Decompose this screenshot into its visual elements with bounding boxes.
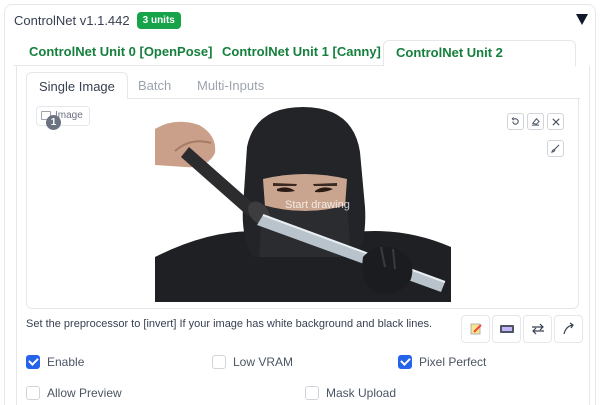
allow-preview-checkbox[interactable]: Allow Preview [26,386,122,400]
allow-preview-label: Allow Preview [47,386,122,400]
preprocessor-hint: Set the preprocessor to [invert] If your… [26,318,432,330]
allow-preview-box[interactable] [26,386,40,400]
swap-icon[interactable] [523,315,552,343]
tab-multi-inputs[interactable]: Multi-Inputs [185,72,276,99]
low-vram-box[interactable] [212,355,226,369]
tab-unit-0[interactable]: ControlNet Unit 0 [OpenPose] [17,40,224,66]
start-drawing-overlay[interactable]: Start drawing [285,199,350,211]
mask-upload-checkbox[interactable]: Mask Upload [305,386,396,400]
undo-icon[interactable] [507,113,524,130]
eraser-icon[interactable] [527,113,544,130]
enable-checkbox[interactable]: Enable [26,355,84,369]
brush-icon[interactable] [547,140,564,157]
camera-icon[interactable] [492,315,521,343]
image-label: Image [36,106,90,126]
mask-upload-label: Mask Upload [326,386,397,400]
unit-tabs: ControlNet Unit 0 [OpenPose] ControlNet … [14,40,576,84]
close-icon[interactable] [547,113,564,130]
low-vram-checkbox[interactable]: Low VRAM [212,355,293,369]
collapse-arrow-icon[interactable] [576,14,588,25]
info-badge: 1 [46,115,61,130]
tab-batch[interactable]: Batch [126,72,183,99]
tab-unit-1[interactable]: ControlNet Unit 1 [Canny] [210,40,393,66]
controlnet-title: ControlNet v1.1.442 [14,13,130,28]
edit-icon[interactable] [461,315,490,343]
curve-arrow-icon[interactable] [554,315,583,343]
units-badge: 3 units [136,12,181,29]
pixel-perfect-checkbox[interactable]: Pixel Perfect [398,355,486,369]
tab-single-image[interactable]: Single Image [26,72,128,99]
pixel-perfect-label: Pixel Perfect [419,355,487,369]
tab-unit-2[interactable]: ControlNet Unit 2 [SoftEdge] [383,40,576,84]
enable-label: Enable [47,355,85,369]
image-upload-area[interactable]: Image 1 Start drawing [26,99,579,309]
pixel-perfect-box[interactable] [398,355,412,369]
low-vram-label: Low VRAM [233,355,294,369]
enable-box[interactable] [26,355,40,369]
image-tools [507,113,564,130]
controlnet-header[interactable]: ControlNet v1.1.442 3 units [14,12,181,29]
action-buttons [461,315,583,343]
mask-upload-box[interactable] [305,386,319,400]
